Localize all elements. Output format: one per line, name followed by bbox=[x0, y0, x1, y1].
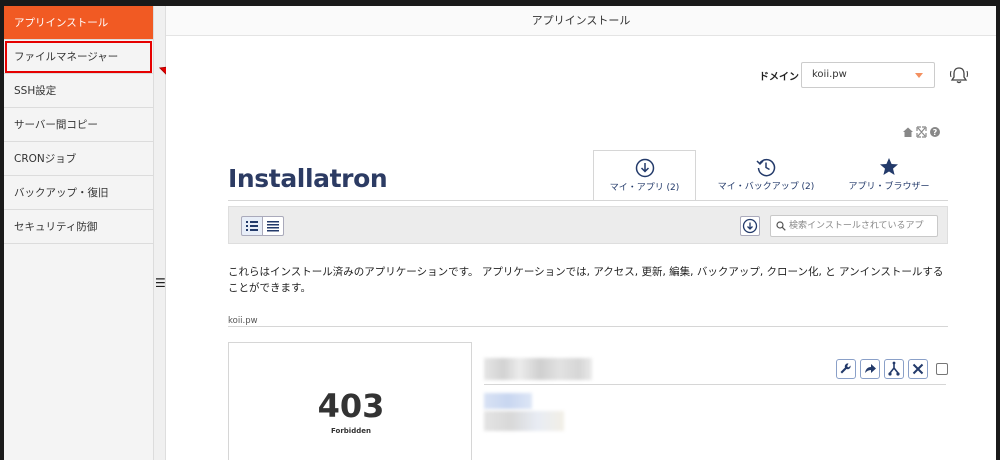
domain-select-value: koii.pw bbox=[812, 69, 847, 80]
sidebar-item-file-manager[interactable]: ファイルマネージャー bbox=[4, 40, 153, 74]
sidebar-item-label: サーバー間コピー bbox=[14, 119, 98, 131]
sidebar-item-backup-restore[interactable]: バックアップ・復旧 bbox=[4, 176, 153, 210]
domain-label: ドメイン bbox=[759, 72, 799, 83]
window-frame-right bbox=[996, 6, 1000, 460]
share-app-button[interactable] bbox=[860, 359, 880, 379]
tab-my-backups[interactable]: マイ・バックアップ (2) bbox=[703, 150, 829, 200]
sidebar-item-label: CRONジョブ bbox=[14, 153, 77, 165]
error-text: Forbidden bbox=[331, 427, 371, 435]
description-text: これらはインストール済みのアプリケーションです。 アプリケーションでは, アクセ… bbox=[228, 266, 944, 294]
close-icon bbox=[912, 363, 924, 375]
error-code: 403 bbox=[317, 387, 385, 425]
sidebar-item-label: セキュリティ防御 bbox=[14, 221, 98, 233]
search-icon bbox=[776, 221, 786, 231]
page-title: アプリインストール bbox=[166, 6, 996, 36]
fullscreen-icon[interactable] bbox=[916, 126, 927, 138]
tab-label: アプリ・ブラウザー bbox=[848, 182, 930, 192]
sidebar-item-cron-job[interactable]: CRONジョブ bbox=[4, 142, 153, 176]
hamburger-icon[interactable]: ☰ bbox=[155, 276, 166, 290]
detail-view-button[interactable] bbox=[241, 216, 263, 236]
download-circle-icon bbox=[742, 218, 758, 234]
sidebar-item-label: SSH設定 bbox=[14, 85, 57, 97]
tab-app-browser[interactable]: アプリ・ブラウザー bbox=[831, 150, 947, 200]
search-placeholder: 検索インストールされているアプ bbox=[789, 221, 924, 231]
caret-down-icon bbox=[915, 73, 923, 78]
domain-select[interactable]: koii.pw bbox=[801, 62, 935, 88]
apps-toolbar: 検索インストールされているアプ bbox=[228, 206, 948, 244]
sidebar: アプリインストール ファイルマネージャー SSH設定 サーバー間コピー CRON… bbox=[4, 6, 154, 460]
sidebar-item-label: アプリインストール bbox=[14, 17, 109, 29]
delete-app-button[interactable] bbox=[908, 359, 928, 379]
sidebar-item-app-install[interactable]: アプリインストール bbox=[4, 6, 153, 40]
view-tools: ? bbox=[903, 126, 940, 138]
tab-my-apps[interactable]: マイ・アプリ (2) bbox=[593, 150, 696, 200]
bell-icon[interactable] bbox=[948, 64, 970, 86]
wrench-icon bbox=[840, 363, 851, 374]
download-circle-icon bbox=[635, 158, 654, 178]
star-icon bbox=[880, 158, 898, 175]
share-arrow-icon bbox=[865, 364, 876, 373]
list-detail-icon bbox=[246, 221, 258, 231]
download-button[interactable] bbox=[740, 216, 760, 236]
search-input[interactable]: 検索インストールされているアプ bbox=[770, 215, 938, 237]
app-select-checkbox[interactable] bbox=[936, 363, 948, 375]
section-divider bbox=[228, 326, 948, 327]
compact-view-button[interactable] bbox=[262, 216, 284, 236]
sidebar-item-label: バックアップ・復旧 bbox=[14, 187, 109, 199]
sidebar-item-ssh-settings[interactable]: SSH設定 bbox=[4, 74, 153, 108]
clone-app-button[interactable] bbox=[884, 359, 904, 379]
domain-section-label: koii.pw bbox=[228, 316, 258, 326]
tab-label: マイ・アプリ (2) bbox=[609, 183, 680, 193]
svg-text:?: ? bbox=[933, 128, 938, 137]
app-screenshot-card[interactable]: 403 Forbidden bbox=[228, 342, 472, 460]
tab-divider bbox=[228, 200, 948, 201]
list-icon bbox=[267, 221, 279, 232]
sidebar-item-security[interactable]: セキュリティ防御 bbox=[4, 210, 153, 244]
sidebar-item-server-copy[interactable]: サーバー間コピー bbox=[4, 108, 153, 142]
sidebar-item-label: ファイルマネージャー bbox=[14, 51, 119, 63]
edit-app-button[interactable] bbox=[836, 359, 856, 379]
home-icon[interactable] bbox=[903, 127, 913, 138]
installatron-logo: Installatron bbox=[228, 164, 388, 193]
tab-label: マイ・バックアップ (2) bbox=[717, 182, 815, 192]
clock-history-icon bbox=[756, 158, 776, 177]
fork-icon bbox=[888, 361, 900, 376]
main-panel: アプリインストール ドメイン koii.pw ? Installatron マイ… bbox=[166, 6, 996, 460]
app-info-divider bbox=[484, 384, 946, 385]
help-icon[interactable]: ? bbox=[930, 127, 940, 137]
